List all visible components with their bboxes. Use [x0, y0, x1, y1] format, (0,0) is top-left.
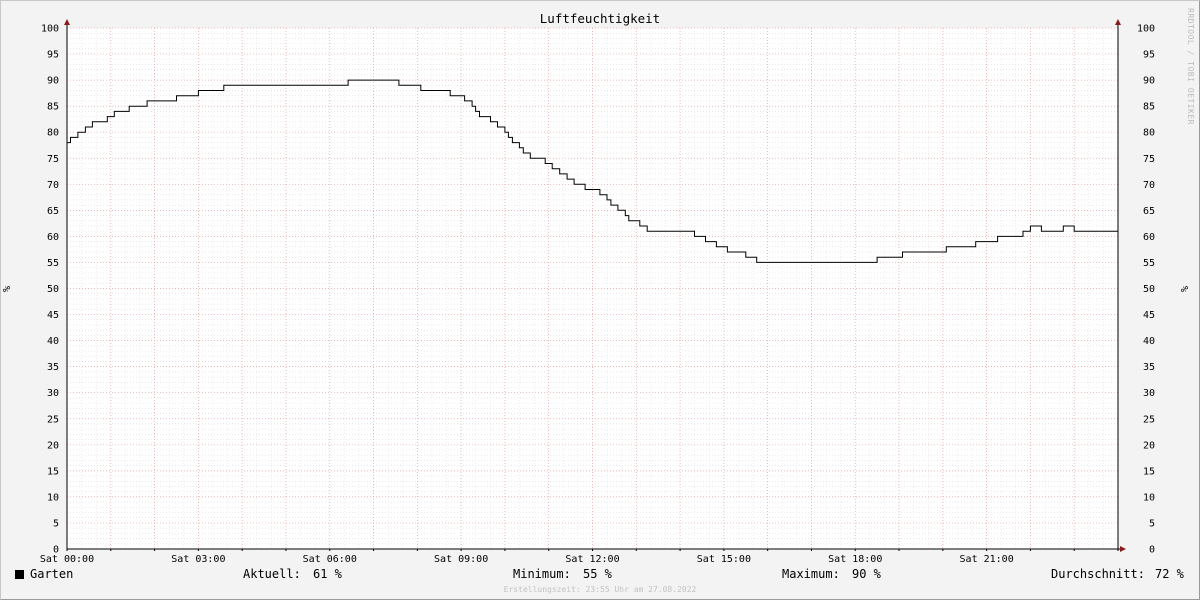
average-label: Durchschnitt:	[1051, 567, 1145, 581]
x-axis-arrow	[1120, 546, 1126, 552]
legend-row: Garten Aktuell: 61 % Minimum: 55 % Maxim…	[0, 567, 1200, 583]
y-tick-label-right: 65	[1143, 206, 1155, 217]
y-tick-label-right: 10	[1143, 492, 1155, 503]
y-tick-label-left: 95	[47, 50, 59, 61]
y-tick-label-right: 35	[1143, 362, 1155, 373]
minimum-value: 55 %	[583, 567, 612, 581]
y-tick-label-right: 80	[1143, 128, 1155, 139]
y-tick-label-left: 80	[47, 128, 59, 139]
y-tick-label-right: 40	[1143, 336, 1155, 347]
y-tick-label-left: 70	[47, 180, 59, 191]
minimum-label: Minimum:	[513, 567, 571, 581]
x-tick-label: Sat 00:00	[40, 554, 94, 565]
y-axis-arrow-left	[64, 19, 70, 25]
y-tick-label-right: 0	[1149, 545, 1155, 556]
y-axis-arrow-right	[1115, 19, 1121, 25]
legend-swatch	[15, 570, 24, 579]
y-tick-label-right: 25	[1143, 414, 1155, 425]
y-tick-label-left: 55	[47, 258, 59, 269]
y-tick-label-right: 60	[1143, 232, 1155, 243]
maximum-value: 90 %	[852, 567, 881, 581]
y-tick-label-left: 45	[47, 310, 59, 321]
legend-series-name: Garten	[30, 567, 74, 581]
y-tick-label-left: 15	[47, 466, 59, 477]
x-tick-label: Sat 18:00	[828, 554, 882, 565]
current-value: 61 %	[313, 567, 342, 581]
y-tick-label-left: 65	[47, 206, 59, 217]
y-tick-label-left: 10	[47, 492, 59, 503]
y-tick-label-left: 85	[47, 102, 59, 113]
x-tick-label: Sat 12:00	[565, 554, 619, 565]
y-tick-label-left: 40	[47, 336, 59, 347]
y-tick-label-left: 30	[47, 388, 59, 399]
y-tick-label-left: 60	[47, 232, 59, 243]
y-tick-label-right: 5	[1149, 518, 1155, 529]
y-tick-label-left: 5	[53, 518, 59, 529]
y-tick-label-left: 100	[41, 24, 59, 35]
current-label: Aktuell:	[243, 567, 301, 581]
humidity-chart: 0 5 10 15 20 25 30 35 40 45 50 55 60 65 70 75 80 85 90 95 10…	[2, 8, 1195, 594]
y-tick-label-right: 90	[1143, 76, 1155, 87]
creation-time-footer: Erstellungszeit: 23:55 Uhr am 27.08.2022	[504, 585, 697, 594]
maximum-label: Maximum:	[782, 567, 840, 581]
y-axis-label-left: %	[2, 286, 13, 292]
chart-title: Luftfeuchtigkeit	[540, 11, 660, 26]
x-tick-label: Sat 15:00	[697, 554, 751, 565]
x-tick-label: Sat 21:00	[960, 554, 1014, 565]
y-tick-labels-left: 0510152025303540455055606570758085909510…	[41, 24, 59, 556]
x-tick-label: Sat 03:00	[171, 554, 225, 565]
y-tick-label-right: 50	[1143, 284, 1155, 295]
y-tick-label-left: 75	[47, 154, 59, 165]
y-tick-label-right: 75	[1143, 154, 1155, 165]
y-tick-label-right: 85	[1143, 102, 1155, 113]
x-tick-label: Sat 06:00	[303, 554, 357, 565]
y-tick-label-right: 55	[1143, 258, 1155, 269]
y-tick-label-right: 70	[1143, 180, 1155, 191]
y-tick-label-right: 100	[1137, 24, 1155, 35]
y-tick-label-left: 35	[47, 362, 59, 373]
y-tick-label-left: 90	[47, 76, 59, 87]
y-tick-label-left: 50	[47, 284, 59, 295]
average-value: 72 %	[1155, 567, 1184, 581]
y-tick-label-left: 25	[47, 414, 59, 425]
y-tick-label-right: 20	[1143, 440, 1155, 451]
y-tick-label-right: 95	[1143, 50, 1155, 61]
x-tick-label: Sat 09:00	[434, 554, 488, 565]
y-tick-label-left: 20	[47, 440, 59, 451]
y-tick-labels-right: 0 5 10 15 20 25 30 35 40 45 50 55 60 65 70 75 80 85 90 95 10…	[1137, 24, 1155, 556]
y-tick-label-right: 45	[1143, 310, 1155, 321]
rrdtool-watermark: RRDTOOL / TOBI OETIKER	[1186, 8, 1195, 125]
y-tick-label-right: 15	[1143, 466, 1155, 477]
y-tick-label-right: 30	[1143, 388, 1155, 399]
y-axis-label-right: %	[1178, 286, 1189, 292]
x-tick-labels: Sat 00:00 Sat 03:00 Sat 06:00 Sat 09:00 Sat …	[40, 554, 1014, 565]
